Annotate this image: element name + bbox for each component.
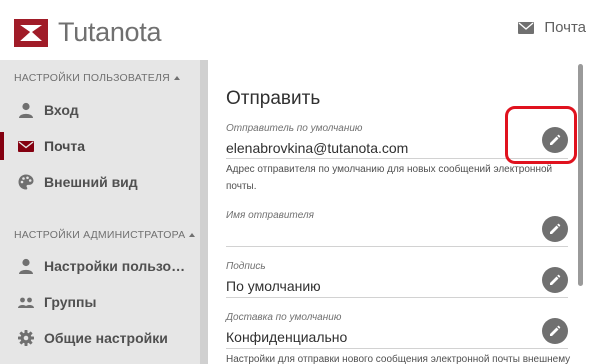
person-icon — [19, 102, 33, 118]
settings-sidebar: НАСТРОЙКИ ПОЛЬЗОВАТЕЛЯ Вход Почта Внешни… — [0, 60, 200, 364]
caret-up-icon — [173, 76, 180, 80]
pencil-icon — [550, 223, 561, 234]
header-nav-mail[interactable]: Почта — [518, 19, 586, 36]
edit-sender-name-button[interactable] — [542, 216, 568, 242]
sidebar-item-mail[interactable]: Почта — [0, 128, 200, 164]
mail-icon — [518, 21, 535, 34]
app-header: Tutanota Почта — [0, 0, 591, 60]
default-sender-label: Отправитель по умолчанию — [226, 123, 363, 134]
logo-text: Tutanota — [58, 17, 161, 48]
pencil-icon — [550, 325, 561, 336]
signature-value: По умолчанию — [226, 278, 321, 294]
edit-default-sender-button[interactable] — [542, 127, 568, 153]
sidebar-item-label: Группы — [44, 294, 97, 310]
sender-name-label: Имя отправителя — [226, 210, 314, 221]
section-admin-settings[interactable]: НАСТРОЙКИ АДМИНИСТРАТОРА — [14, 229, 196, 241]
person-icon — [19, 258, 33, 274]
section-admin-settings-label: НАСТРОЙКИ АДМИНИСТРАТОРА — [14, 229, 186, 241]
field-underline — [226, 246, 568, 247]
logo-mark-icon — [14, 18, 48, 47]
sidebar-item-user-management[interactable]: Настройки пользователя — [0, 248, 200, 284]
default-sender-value: elenabrovkina@tutanota.com — [226, 140, 409, 156]
pencil-icon — [550, 134, 561, 145]
edit-default-delivery-button[interactable] — [542, 318, 568, 344]
sidebar-item-label: Почта — [44, 138, 86, 154]
section-title-send: Отправить — [226, 88, 321, 109]
scrollbar-thumb[interactable] — [578, 64, 583, 286]
edit-signature-button[interactable] — [542, 267, 568, 293]
mail-icon — [18, 141, 34, 152]
default-delivery-value: Конфиденциально — [226, 329, 348, 345]
section-user-settings-label: НАСТРОЙКИ ПОЛЬЗОВАТЕЛЯ — [14, 72, 170, 84]
sidebar-item-label: Общие настройки — [44, 330, 168, 346]
sidebar-item-global-settings[interactable]: Общие настройки — [0, 320, 200, 356]
sidebar-item-groups[interactable]: Группы — [0, 284, 200, 320]
logo-text-nota: nota — [109, 17, 162, 47]
sidebar-item-login[interactable]: Вход — [0, 92, 200, 128]
default-delivery-label: Доставка по умолчанию — [226, 312, 342, 323]
field-underline — [226, 158, 568, 159]
default-delivery-help-text: Настройки для отправки нового сообщения … — [226, 354, 571, 364]
field-underline — [226, 297, 568, 298]
signature-label: Подпись — [226, 261, 266, 272]
sidebar-item-label: Внешний вид — [44, 174, 138, 190]
group-icon — [18, 297, 34, 308]
active-indicator — [0, 132, 4, 160]
caret-up-icon — [189, 233, 196, 237]
field-underline — [226, 348, 568, 349]
mail-settings-panel: Отправить Отправитель по умолчанию elena… — [208, 60, 591, 364]
header-nav-label: Почта — [544, 19, 586, 36]
panel-divider — [200, 60, 208, 364]
pencil-icon — [550, 274, 561, 285]
section-user-settings[interactable]: НАСТРОЙКИ ПОЛЬЗОВАТЕЛЯ — [14, 72, 180, 84]
sidebar-item-label: Настройки пользователя — [44, 258, 192, 274]
gear-icon — [18, 330, 34, 346]
default-sender-help-text: Адрес отправителя по умолчанию для новых… — [226, 164, 553, 192]
sidebar-item-appearance[interactable]: Внешний вид — [0, 164, 200, 200]
sidebar-item-label: Вход — [44, 102, 79, 118]
logo-text-tuta: Tuta — [58, 17, 110, 47]
tutanota-logo[interactable]: Tutanota — [14, 17, 161, 48]
palette-icon — [18, 174, 34, 190]
